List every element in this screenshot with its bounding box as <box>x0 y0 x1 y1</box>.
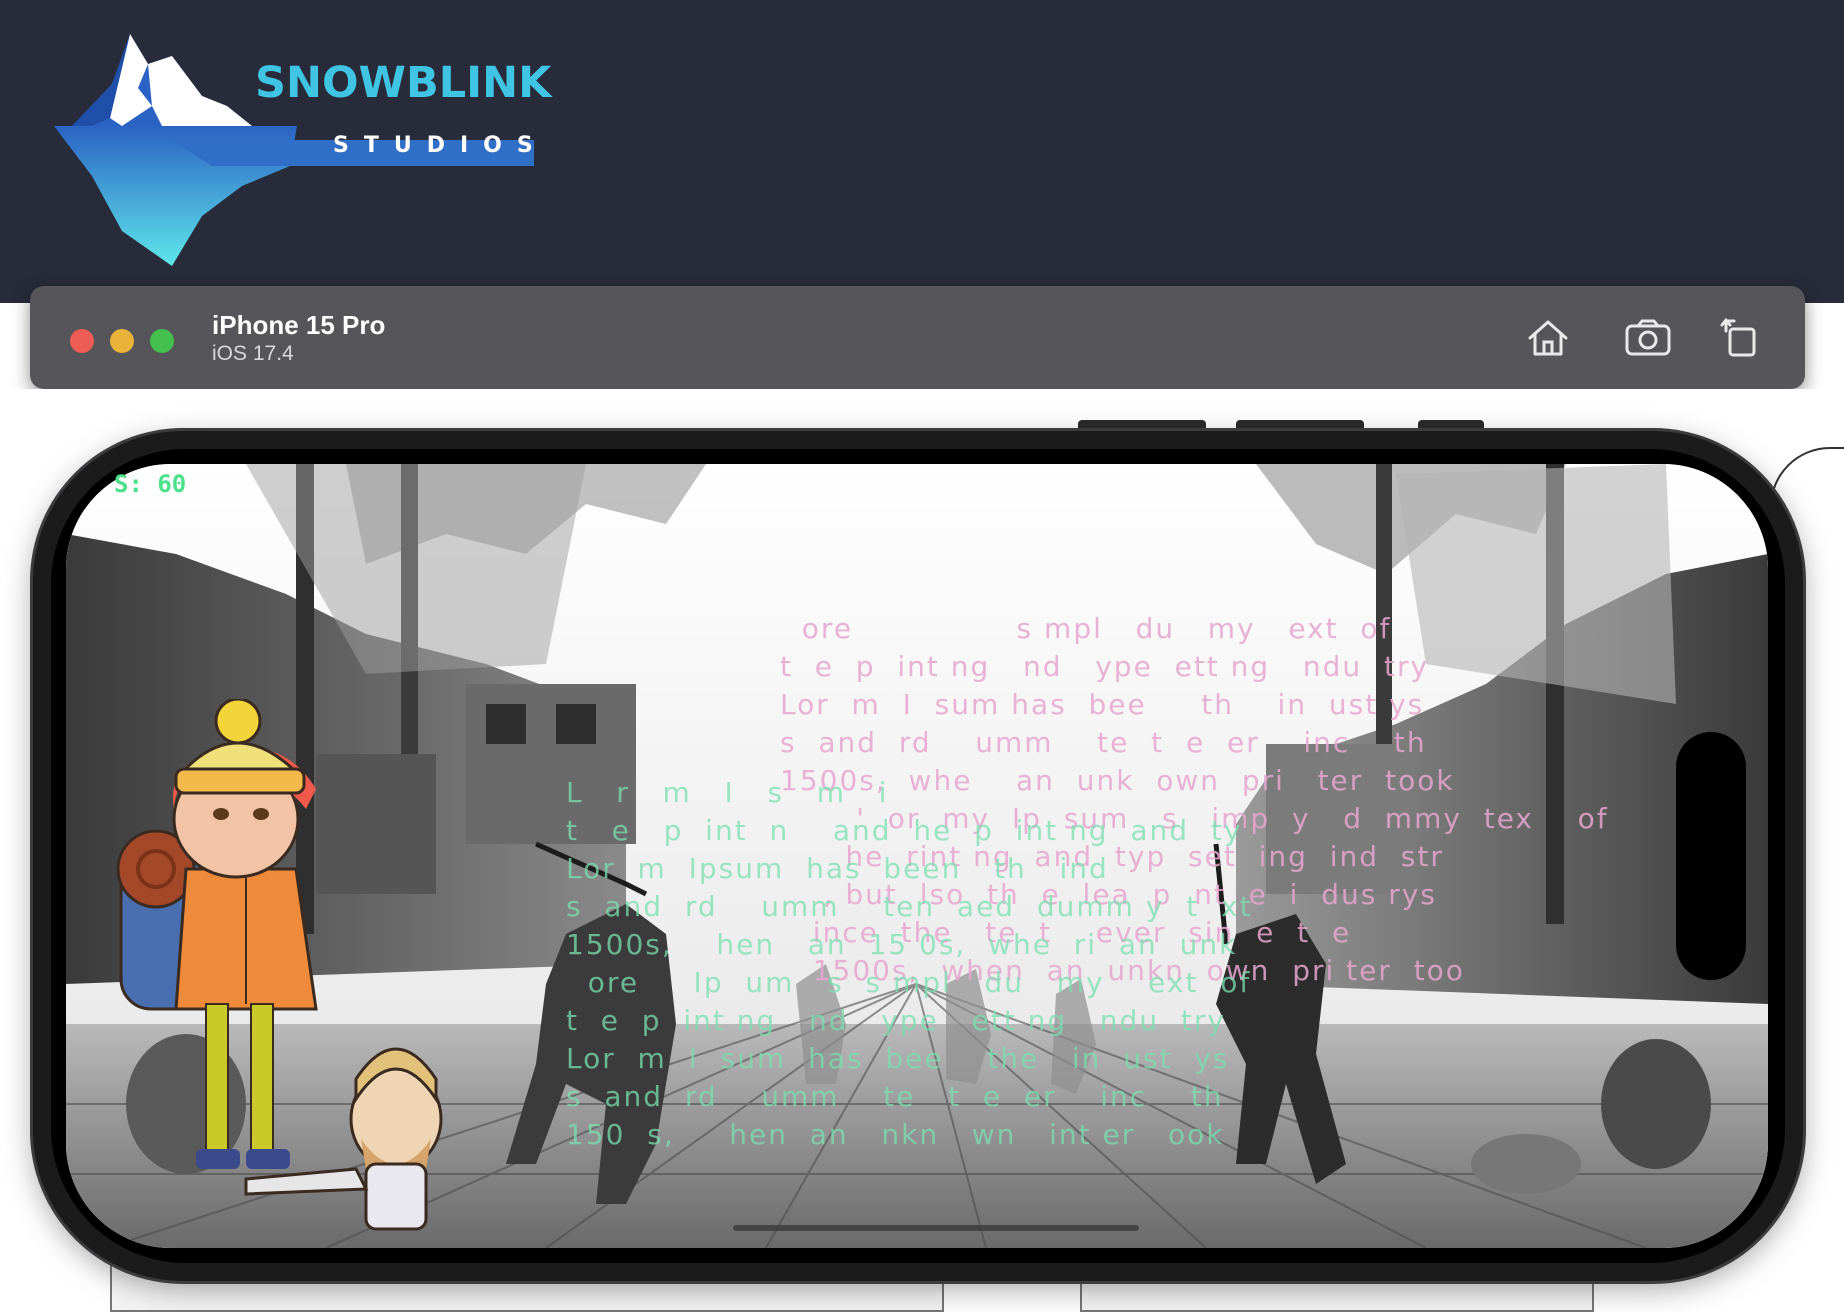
rotate-button[interactable] <box>1712 312 1768 364</box>
brand-name: SNOWBLINK <box>255 58 552 108</box>
debug-text-overlay-green: L r m I s m i t e p int n and he p int n… <box>566 776 1253 1151</box>
rotate-icon <box>1720 318 1756 357</box>
home-button[interactable] <box>1520 312 1576 364</box>
home-indicator[interactable] <box>733 1225 1139 1231</box>
minimize-window-button[interactable] <box>110 329 134 353</box>
os-version: iOS 17.4 <box>212 342 294 365</box>
fps-counter: S: 60 <box>114 470 187 498</box>
player-characters <box>116 699 443 1231</box>
home-icon <box>1528 320 1568 356</box>
game-screen[interactable]: ore s mpl du my ext of t e p int ng nd y… <box>66 464 1768 1248</box>
studio-banner: SNOWBLINK STUDIOS <box>0 0 1844 303</box>
simulator-title-bar: iPhone 15 Pro iOS 17.4 <box>30 286 1805 389</box>
brand-subtitle: STUDIOS <box>333 133 548 158</box>
camera-icon <box>1625 319 1671 356</box>
dynamic-island <box>1676 732 1746 980</box>
screenshot-button[interactable] <box>1620 312 1676 364</box>
device-name: iPhone 15 Pro <box>212 310 386 340</box>
zoom-window-button[interactable] <box>150 329 174 353</box>
close-window-button[interactable] <box>70 329 94 353</box>
